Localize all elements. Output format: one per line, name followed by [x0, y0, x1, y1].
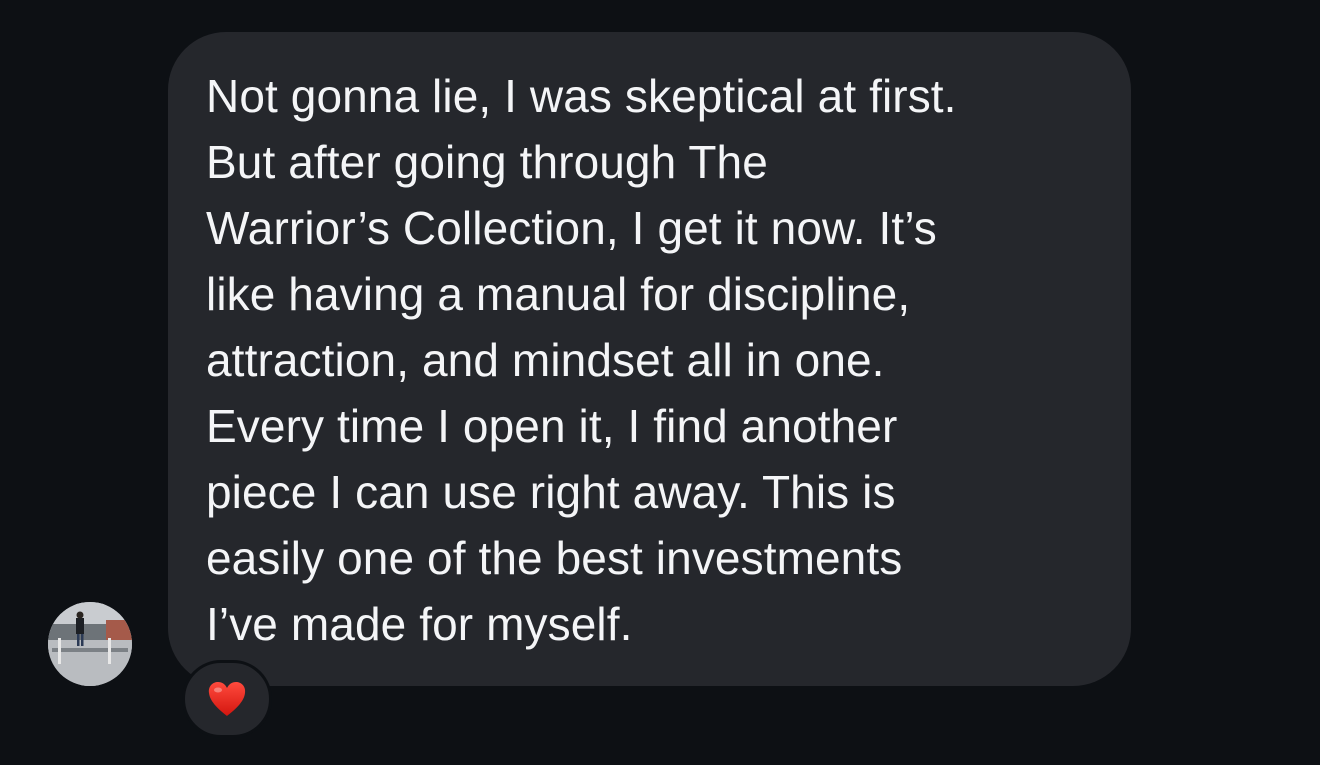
message-text: Not gonna lie, I was skeptical at first.… — [206, 70, 957, 650]
chat-screen: Not gonna lie, I was skeptical at first.… — [0, 0, 1320, 765]
sender-avatar[interactable] — [48, 602, 132, 686]
avatar-photo — [48, 602, 132, 686]
reaction-badge[interactable] — [182, 660, 272, 738]
red-heart-icon — [207, 680, 247, 718]
